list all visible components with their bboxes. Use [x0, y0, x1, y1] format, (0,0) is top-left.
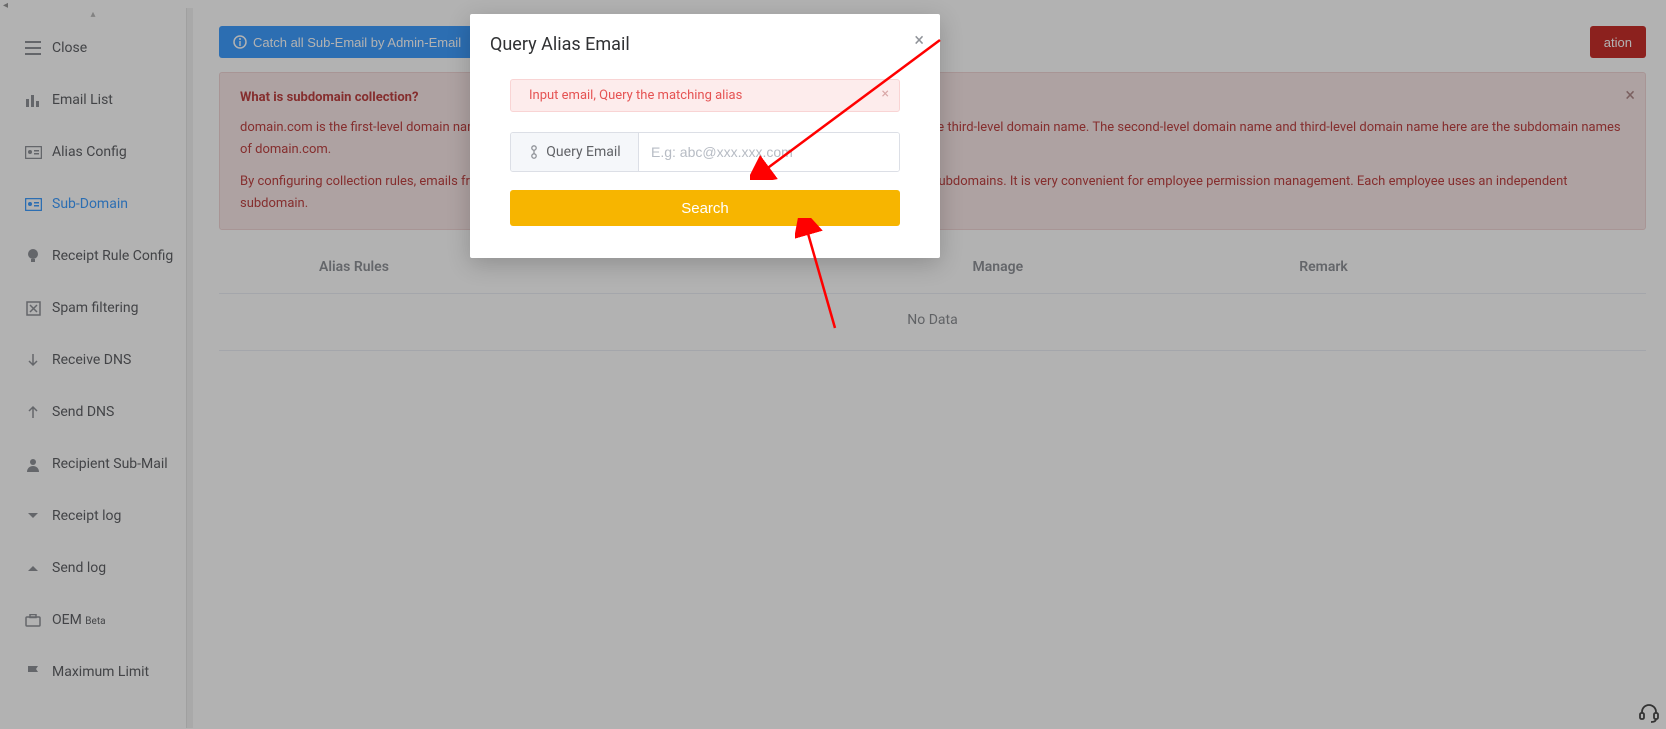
search-button[interactable]: Search	[510, 190, 900, 226]
modal-alert: Input email, Query the matching alias ×	[510, 79, 900, 112]
link-icon	[528, 145, 540, 159]
query-email-input[interactable]	[639, 133, 899, 171]
query-email-input-group: Query Email	[510, 132, 900, 172]
button-label: Search	[681, 200, 729, 217]
modal-body: Input email, Query the matching alias × …	[490, 55, 920, 226]
query-alias-email-modal: Query Alias Email × Input email, Query t…	[470, 14, 940, 258]
support-headset-icon[interactable]	[1638, 701, 1660, 723]
modal-alert-text: Input email, Query the matching alias	[529, 88, 742, 103]
input-addon: Query Email	[511, 133, 639, 171]
input-addon-label: Query Email	[546, 144, 620, 160]
modal-title: Query Alias Email	[490, 34, 920, 55]
modal-close-icon[interactable]: ×	[914, 30, 924, 51]
modal-alert-close-icon[interactable]: ×	[882, 86, 889, 102]
